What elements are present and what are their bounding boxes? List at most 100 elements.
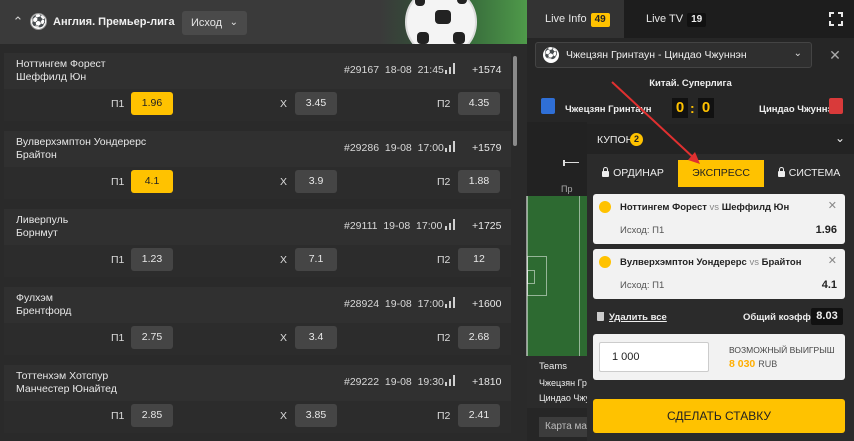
- more-markets-link[interactable]: +1725: [472, 220, 502, 232]
- stats-icon[interactable]: [445, 141, 458, 152]
- match-header[interactable]: Тоттенхэм Хотспур Манчестер Юнайтед #292…: [4, 365, 511, 401]
- match-time: 17:00: [417, 142, 444, 154]
- match-meta: #29286 19-08 17:00: [344, 142, 444, 154]
- tab-system[interactable]: СИСТЕМА: [769, 160, 849, 187]
- scrollbar-thumb[interactable]: [513, 56, 517, 146]
- match-header[interactable]: Ливерпуль Борнмут #29111 19-08 17:00 +17…: [4, 209, 511, 245]
- odd-p2-button[interactable]: 2.41: [458, 404, 500, 427]
- trash-icon: [597, 312, 604, 321]
- bet-odd: 1.96: [815, 224, 837, 236]
- tab-live-info-count: 49: [590, 13, 610, 27]
- match-meta: #29222 19-08 19:30: [344, 376, 444, 388]
- team1-name: Ноттингем Форест: [16, 58, 106, 70]
- fullscreen-icon[interactable]: [829, 12, 843, 26]
- make-bet-button[interactable]: СДЕЛАТЬ СТАВКУ: [593, 399, 845, 433]
- odd-x-button[interactable]: 3.9: [295, 170, 337, 193]
- stake-input[interactable]: 1 000: [599, 342, 709, 372]
- remove-bet-icon[interactable]: ✕: [828, 199, 837, 212]
- tab-single-label: ОРДИНАР: [613, 167, 664, 179]
- match-time: 21:45: [417, 64, 444, 76]
- market-dropdown[interactable]: Исход ⌄: [182, 11, 247, 35]
- more-markets-link[interactable]: +1574: [472, 64, 502, 76]
- p2-label: П2: [437, 254, 451, 266]
- odd-p1-button[interactable]: 2.75: [131, 326, 173, 349]
- chevron-down-icon: ⌄: [793, 48, 802, 59]
- odd-x-button[interactable]: 7.1: [295, 248, 337, 271]
- stats-icon[interactable]: [445, 297, 458, 308]
- scoreboard: Чжецзян Гринтаун 0 : 0 Циндао Чжуннэн: [535, 96, 846, 122]
- p1-label: П1: [111, 176, 125, 188]
- odd-p1-button[interactable]: 1.23: [131, 248, 173, 271]
- odd-p1-button[interactable]: 2.85: [131, 404, 173, 427]
- p1-label: П1: [111, 332, 125, 344]
- stats-icon[interactable]: [445, 219, 458, 230]
- match-header[interactable]: Вулверхэмптон Уондерерс Брайтон #29286 1…: [4, 131, 511, 167]
- match-meta: #29167 18-08 21:45: [344, 64, 444, 76]
- total-odds-value: 8.03: [811, 308, 843, 325]
- match-id: #29167: [344, 64, 380, 76]
- match-map-button[interactable]: Карта ма: [539, 417, 587, 437]
- more-markets-link[interactable]: +1810: [472, 376, 502, 388]
- odd-p2-button[interactable]: 4.35: [458, 92, 500, 115]
- pin-icon[interactable]: ✕: [825, 45, 845, 65]
- bet-team2: Шеффилд Юн: [721, 202, 790, 213]
- match-id: #29111: [344, 220, 378, 232]
- collapse-icon[interactable]: ⌄: [835, 131, 845, 145]
- football-image: [405, 0, 477, 44]
- odds-row: П1 2.85 X 3.85 П2 2.41: [4, 401, 511, 433]
- stat-tick: [563, 160, 565, 166]
- live-match-select[interactable]: ⚽ Чжецзян Гринтаун - Циндао Чжуннэн ⌄: [535, 42, 812, 68]
- match-header[interactable]: Фулхэм Брентфорд #28924 19-08 17:00 +160…: [4, 287, 511, 323]
- collapse-icon[interactable]: ⌃: [8, 12, 28, 32]
- possible-win-value: 8 030 RUB: [729, 358, 777, 370]
- bet-odd: 4.1: [821, 279, 837, 291]
- delete-all-label: Удалить все: [609, 312, 667, 323]
- more-markets-link[interactable]: +1600: [472, 298, 502, 310]
- odd-x-button[interactable]: 3.4: [295, 326, 337, 349]
- bet-teams: Ноттингем Форест vs Шеффилд Юн: [620, 202, 789, 213]
- bet-vs: vs: [709, 202, 720, 213]
- tab-live-tv[interactable]: Live TV 19: [628, 0, 718, 38]
- odd-p1-button[interactable]: 4.1: [131, 170, 173, 193]
- coupon-bet: Вулверхэмптон Уондерерс vs Брайтон ✕ Исх…: [593, 249, 845, 299]
- match-date: 19-08: [384, 142, 412, 154]
- x-label: X: [280, 254, 288, 266]
- tab-single[interactable]: ОРДИНАР: [593, 160, 673, 187]
- chevron-down-icon: ⌄: [229, 17, 238, 28]
- odd-p2-button[interactable]: 2.68: [458, 326, 500, 349]
- match-row: Тоттенхэм Хотспур Манчестер Юнайтед #292…: [4, 365, 511, 433]
- score-separator: :: [690, 100, 695, 116]
- possible-win-label: ВОЗМОЖНЫЙ ВЫИГРЫШ: [729, 345, 835, 355]
- x-label: X: [280, 332, 288, 344]
- pitch: [526, 196, 587, 356]
- stats-icon[interactable]: [445, 375, 458, 386]
- soccer-ball-icon: ⚽: [30, 13, 47, 30]
- team2-name: Брайтон: [16, 149, 57, 161]
- coupon-header: КУПОН 2 ⌄: [587, 124, 854, 154]
- match-id: #28924: [344, 298, 380, 310]
- tab-live-tv-count: 19: [687, 13, 707, 27]
- odd-x-button[interactable]: 3.45: [295, 92, 337, 115]
- stat-label: Пр: [561, 184, 573, 194]
- tab-live-info[interactable]: Live Info 49: [527, 0, 624, 38]
- p1-label: П1: [111, 410, 125, 422]
- match-header[interactable]: Ноттингем Форест Шеффилд Юн #29167 18-08…: [4, 53, 511, 89]
- odd-p2-button[interactable]: 1.88: [458, 170, 500, 193]
- odd-p2-button[interactable]: 12: [458, 248, 500, 271]
- remove-bet-icon[interactable]: ✕: [828, 254, 837, 267]
- odd-x-button[interactable]: 3.85: [295, 404, 337, 427]
- bet-vs: vs: [749, 257, 759, 268]
- odd-p1-button[interactable]: 1.96: [131, 92, 173, 115]
- team1-name: Ливерпуль: [16, 214, 69, 226]
- more-markets-link[interactable]: +1579: [472, 142, 502, 154]
- stats-icon[interactable]: [445, 63, 458, 74]
- tab-express[interactable]: ЭКСПРЕСС: [678, 160, 764, 187]
- teams-table-header: Teams: [539, 361, 567, 372]
- bet-teams: Вулверхэмптон Уондерерс vs Брайтон: [620, 257, 801, 268]
- team2-name: Манчестер Юнайтед: [16, 383, 117, 395]
- delete-all-link[interactable]: Удалить все: [597, 312, 667, 323]
- odds-row: П1 2.75 X 3.4 П2 2.68: [4, 323, 511, 355]
- league-title: Англия. Премьер-лига: [53, 16, 175, 28]
- team2-name: Борнмут: [16, 227, 58, 239]
- bet-team2: Брайтон: [761, 257, 802, 268]
